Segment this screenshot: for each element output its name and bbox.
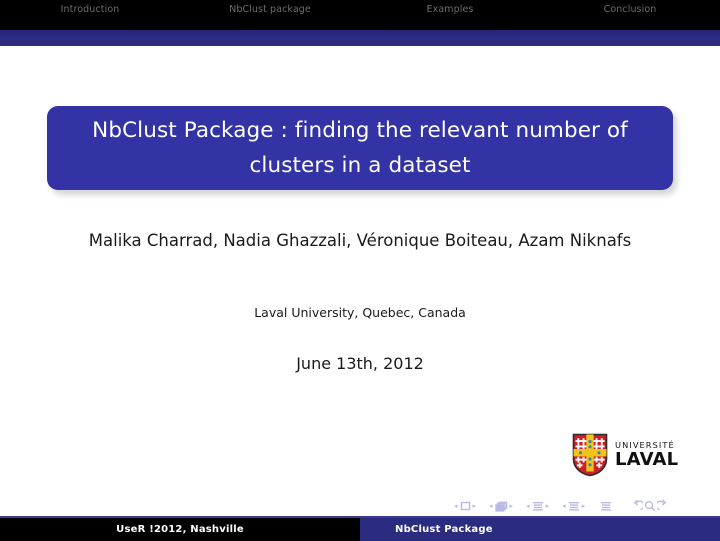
logo-universite-text: UNIVERSITÉ [615,439,675,450]
header-accent-rule [0,30,720,46]
subsection-navigation-group[interactable]: ◂ ▸ [524,501,551,512]
institute-line: Laval University, Quebec, Canada [254,305,466,320]
forward-icon[interactable] [657,500,669,512]
nav-item-introduction[interactable]: Introduction [0,4,180,15]
subsection-icon[interactable] [532,501,544,512]
next-slide-icon[interactable]: ▸ [471,502,479,510]
header-accent-rule-fill [0,30,720,46]
search-icon[interactable] [644,500,656,512]
footer-title-label: NbClust Package [395,524,493,535]
author-list: Malika Charrad, Nadia Ghazzali, Véroniqu… [88,231,632,250]
frame-navigation-group[interactable]: ◂ ▸ [487,501,515,512]
slide-footer-bar: UseR !2012, Nashville NbClust Package [0,518,720,541]
section-navigation: Introduction NbClust package Examples Co… [0,0,720,18]
laval-shield-icon [572,433,608,477]
title-block: NbClust Package : finding the relevant n… [47,106,677,195]
prev-slide-icon[interactable]: ◂ [452,502,460,510]
footer-left-section: UseR !2012, Nashville [0,518,360,541]
beamer-navigation-symbols[interactable]: ◂ ▸ ◂ ▸ ◂ ▸ ◂ ▸ [452,498,702,514]
slide-navigation-group[interactable]: ◂ ▸ [452,501,478,511]
slide-icon[interactable] [460,501,471,511]
document-navigation-group[interactable] [631,500,669,512]
footer-right-section: NbClust Package [360,518,720,541]
title-box: NbClust Package : finding the relevant n… [47,106,673,190]
next-section-icon[interactable]: ▸ [580,502,588,510]
footer-conference-label: UseR !2012, Nashville [116,524,244,535]
presentation-date: June 13th, 2012 [296,354,424,373]
prev-subsection-icon[interactable]: ◂ [524,502,532,510]
page-title: NbClust Package : finding the relevant n… [92,117,628,178]
universite-laval-logo: UNIVERSITÉ LAVAL [572,432,678,478]
logo-wordmark: UNIVERSITÉ LAVAL [615,441,678,469]
logo-laval-text: LAVAL [615,449,679,471]
presentation-icon[interactable] [600,501,612,512]
nav-item-nbclust-package[interactable]: NbClust package [180,4,360,15]
slide-header-bar: Introduction NbClust package Examples Co… [0,0,720,30]
back-icon[interactable] [631,500,644,512]
nav-item-conclusion[interactable]: Conclusion [540,4,720,15]
next-subsection-icon[interactable]: ▸ [544,502,552,510]
section-icon[interactable] [568,501,580,512]
frame-icon[interactable] [494,501,508,512]
prev-section-icon[interactable]: ◂ [560,502,568,510]
section-navigation-group[interactable]: ◂ ▸ [560,501,587,512]
nav-item-examples[interactable]: Examples [360,4,540,15]
prev-frame-icon[interactable]: ◂ [487,502,495,510]
next-frame-icon[interactable]: ▸ [508,502,516,510]
